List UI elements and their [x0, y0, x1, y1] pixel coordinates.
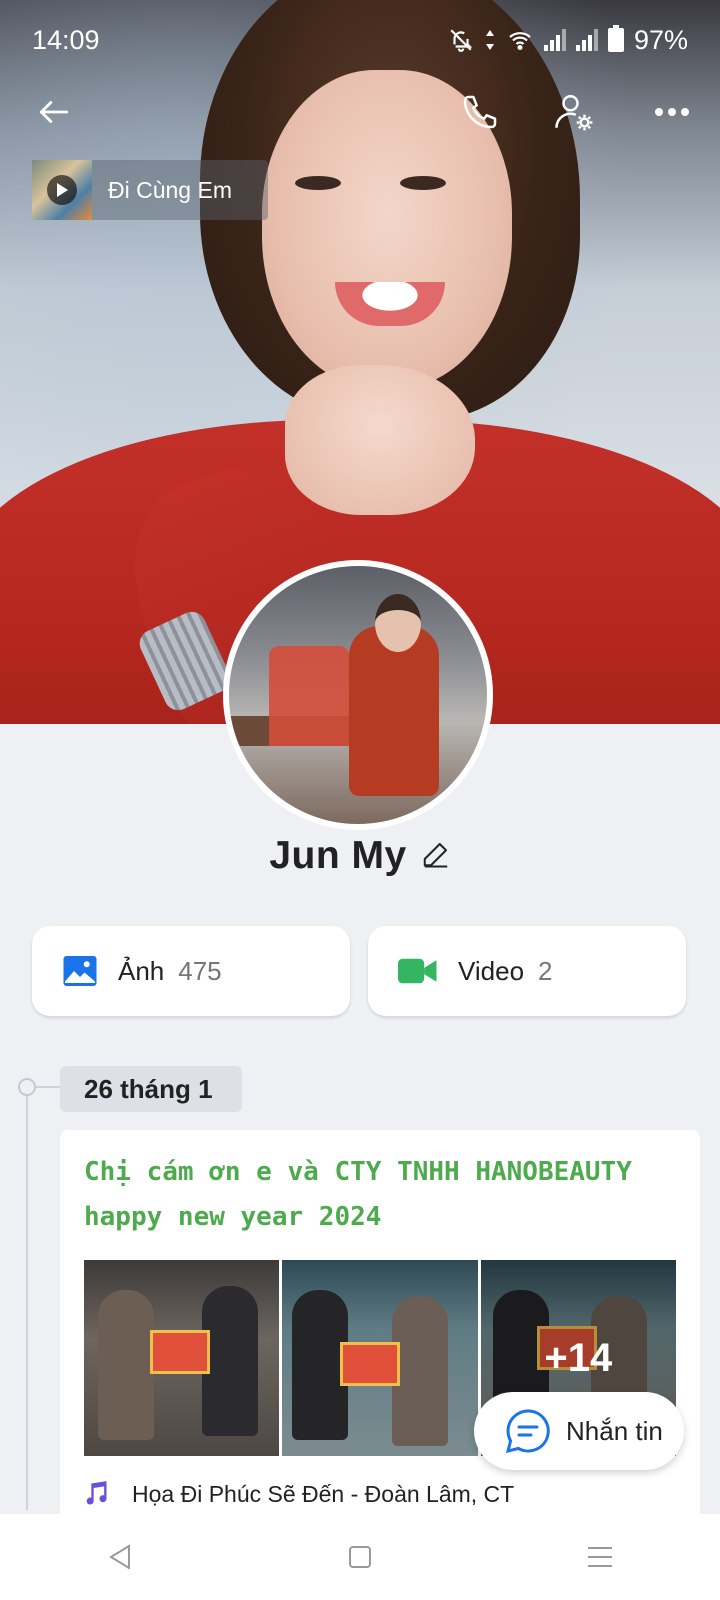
- cover-eye-left: [295, 176, 341, 190]
- user-settings-icon: [555, 95, 593, 131]
- top-action-bar: [0, 80, 720, 144]
- system-nav-bar: [0, 1514, 720, 1600]
- message-label: Nhắn tin: [566, 1415, 663, 1446]
- post-text: Chị cám ơn e và CTY TNHH HANOBEAUTY happ…: [84, 1157, 632, 1232]
- user-settings-button[interactable]: [546, 84, 602, 140]
- videos-count: 2: [538, 955, 553, 986]
- photo-figure: [392, 1296, 449, 1446]
- message-button[interactable]: Nhắn tin: [474, 1392, 684, 1470]
- timeline-connector: [36, 1086, 60, 1088]
- photos-card[interactable]: Ảnh 475: [32, 926, 350, 1016]
- post-song[interactable]: Họa Đi Phúc Sẽ Đến - Đoàn Lâm, CT: [82, 1480, 514, 1508]
- photo-figure: [202, 1286, 258, 1436]
- post-photo-1[interactable]: [84, 1260, 280, 1456]
- music-title: Đi Cùng Em: [108, 176, 232, 203]
- photos-count: 475: [178, 955, 222, 986]
- battery-percent: 97%: [633, 24, 688, 55]
- status-bar: 14:09 97%: [0, 0, 720, 80]
- wifi-icon: [509, 32, 531, 51]
- data-arrows-icon: [485, 30, 494, 50]
- nav-recents-button[interactable]: [560, 1522, 640, 1592]
- chat-bubble-icon: [505, 1409, 550, 1454]
- pencil-icon: [423, 842, 447, 867]
- music-thumbnail: [32, 160, 92, 220]
- photo-gift-box: [150, 1330, 210, 1374]
- photo-gift-box: [340, 1342, 401, 1386]
- status-time: 14:09: [32, 24, 100, 55]
- square-home-icon: [349, 1546, 371, 1568]
- play-icon: [47, 175, 77, 205]
- menu-lines-icon: [588, 1547, 612, 1567]
- back-arrow-icon: [39, 101, 69, 123]
- photos-label: Ảnh: [118, 955, 165, 986]
- timeline-dot: [18, 1078, 36, 1096]
- back-button[interactable]: [26, 84, 82, 140]
- photo-figure: [98, 1290, 154, 1440]
- avatar-person-head: [375, 594, 421, 652]
- profile-music-chip[interactable]: Đi Cùng Em: [32, 160, 268, 220]
- nav-home-button[interactable]: [320, 1522, 400, 1592]
- signal-icon-1: [543, 29, 566, 51]
- cover-eye-right: [400, 176, 446, 190]
- edit-name-button[interactable]: [421, 839, 451, 874]
- timeline-post[interactable]: Chị cám ơn e và CTY TNHH HANOBEAUTY happ…: [60, 1130, 700, 1530]
- avatar-chair: [269, 646, 349, 746]
- profile-avatar[interactable]: [223, 560, 493, 830]
- nav-back-button[interactable]: [80, 1522, 160, 1592]
- post-song-title: Họa Đi Phúc Sẽ Đến - Đoàn Lâm, CT: [132, 1480, 515, 1507]
- post-photo-2[interactable]: [282, 1260, 478, 1456]
- profile-name: Jun My: [269, 834, 407, 877]
- signal-icon-2: [575, 29, 598, 51]
- timeline-line: [26, 1090, 28, 1510]
- profile-name-row: Jun My: [0, 828, 720, 884]
- triangle-back-icon: [109, 1544, 130, 1570]
- videos-label: Video: [458, 955, 525, 986]
- battery-icon: [607, 25, 624, 52]
- video-camera-icon: [398, 958, 437, 984]
- call-button[interactable]: [452, 84, 508, 140]
- more-dots-icon: [655, 108, 689, 116]
- image-icon: [63, 956, 97, 986]
- mute-bell-icon: [450, 29, 473, 52]
- cover-hand: [285, 365, 475, 515]
- phone-icon: [463, 95, 497, 129]
- timeline-date: 26 tháng 1: [60, 1066, 242, 1112]
- videos-card[interactable]: Video 2: [368, 926, 686, 1016]
- status-icons: 97%: [448, 25, 688, 56]
- music-note-icon: [86, 1481, 107, 1505]
- more-options-button[interactable]: [644, 84, 700, 140]
